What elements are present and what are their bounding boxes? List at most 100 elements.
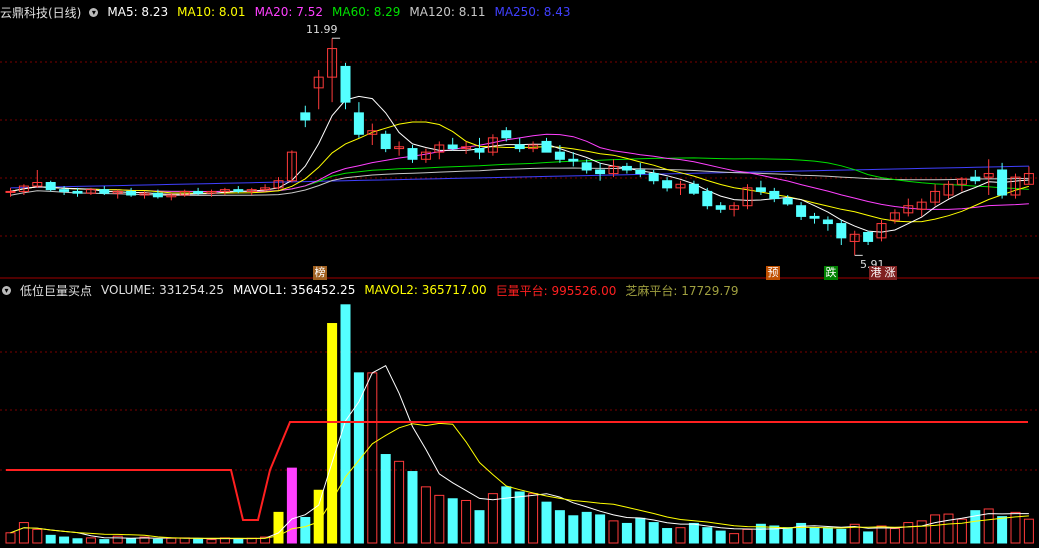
candle (193, 190, 204, 194)
candle (715, 205, 726, 210)
volume-bar (514, 491, 525, 544)
volume-bar (943, 513, 954, 544)
volume-bar (635, 517, 646, 544)
volume-bar (126, 538, 137, 544)
volume-bar (903, 522, 914, 544)
candle (970, 176, 981, 182)
volume-bar (487, 493, 498, 544)
volume-bar (809, 527, 820, 544)
volume-bar (836, 528, 847, 544)
candle (621, 165, 632, 171)
candle (822, 219, 833, 225)
mavol2-label: MAVOL2: 365717.00 (364, 283, 487, 297)
ma5-label: MA5: 8.23 (107, 5, 169, 19)
indicator-name[interactable]: 低位巨量买点 (20, 282, 92, 299)
volume-bar (447, 498, 458, 544)
ma120-label: MA120: 8.11 (409, 5, 486, 19)
candle (152, 192, 163, 198)
volume-bar (648, 522, 659, 544)
volume-bar (72, 538, 83, 544)
candle (796, 205, 807, 217)
volume-bar (32, 528, 43, 544)
volume-bar (233, 538, 244, 544)
volume-bar (273, 511, 284, 544)
platform-small-label: 芝麻平台: 17729.79 (625, 283, 739, 298)
volume-bar (742, 528, 753, 544)
volume-bar (18, 522, 29, 544)
candle (635, 169, 646, 175)
candle (648, 173, 659, 182)
volume-bar (166, 537, 177, 544)
volume-bar (528, 493, 539, 544)
volume-bar (206, 539, 217, 544)
volume-bar (152, 538, 163, 544)
price-header: 云鼎科技(日线) ▾ MA5: 8.23 MA10: 8.01 MA20: 7.… (0, 2, 580, 22)
candle (769, 190, 780, 200)
volume-bar (407, 471, 418, 544)
volume-bar (394, 460, 405, 544)
candle (59, 189, 70, 192)
candle (340, 65, 351, 103)
ma60-label: MA60: 8.29 (332, 5, 401, 19)
volume-bar (541, 501, 552, 544)
candle (863, 232, 874, 242)
volume-bar (997, 516, 1008, 544)
volume-bar (501, 486, 512, 544)
ma250-label: MA250: 8.43 (494, 5, 571, 19)
candle (782, 198, 793, 205)
platform-big-label: 巨量平台: 995526.00 (495, 283, 617, 298)
candle (45, 182, 56, 191)
candle (474, 148, 485, 153)
candle (688, 183, 699, 194)
volume-bar (568, 515, 579, 544)
volume-bar (300, 516, 311, 544)
volume-bar (822, 527, 833, 544)
mavol1-label: MAVOL1: 356452.25 (233, 283, 356, 297)
candle (836, 223, 847, 239)
tag-die[interactable]: 跌 (824, 266, 838, 280)
volume-bar (340, 304, 351, 544)
candle (568, 158, 579, 162)
volume-bar (608, 520, 619, 544)
ma60-line (10, 157, 1029, 192)
volume-bar (715, 530, 726, 544)
volume-bar (729, 533, 740, 544)
candle (809, 215, 820, 219)
volume-bar (434, 494, 445, 544)
volume-bar (5, 532, 16, 544)
volume-header: ▾ 低位巨量买点 VOLUME: 331254.25 MAVOL1: 35645… (0, 280, 748, 300)
volume-bar (45, 534, 56, 544)
tag-yu[interactable]: 预 (766, 266, 780, 280)
volume-bar (782, 527, 793, 544)
candle (72, 190, 83, 194)
candle (99, 189, 110, 194)
tag-gang[interactable]: 港 (869, 266, 883, 280)
ma10-line (10, 121, 1030, 223)
volume-bar (286, 467, 297, 544)
volume-bar (59, 536, 70, 544)
volume-bar (863, 531, 874, 544)
tag-bang[interactable]: 榜 (313, 266, 327, 280)
volume-bar (554, 510, 565, 544)
settings-icon[interactable]: ▾ (89, 7, 99, 17)
candle (554, 151, 565, 160)
stock-title[interactable]: 云鼎科技(日线) (0, 4, 81, 21)
candle (447, 144, 458, 150)
volume-bar (889, 528, 900, 544)
volume-bar (581, 511, 592, 544)
candle (702, 190, 713, 207)
candle (581, 162, 592, 171)
volume-bar (621, 522, 632, 544)
candle (380, 133, 391, 150)
volume-bar (461, 499, 472, 544)
ma10-label: MA10: 8.01 (177, 5, 246, 19)
volume-bar (193, 538, 204, 544)
volume-bar (930, 514, 941, 544)
candle (595, 169, 606, 175)
settings-icon[interactable]: ▾ (2, 285, 11, 295)
candle (233, 189, 244, 192)
tag-zhang[interactable]: 涨 (883, 266, 897, 280)
volume-bar (327, 323, 338, 544)
volume-bar (367, 372, 378, 544)
volume-bar (420, 486, 431, 544)
